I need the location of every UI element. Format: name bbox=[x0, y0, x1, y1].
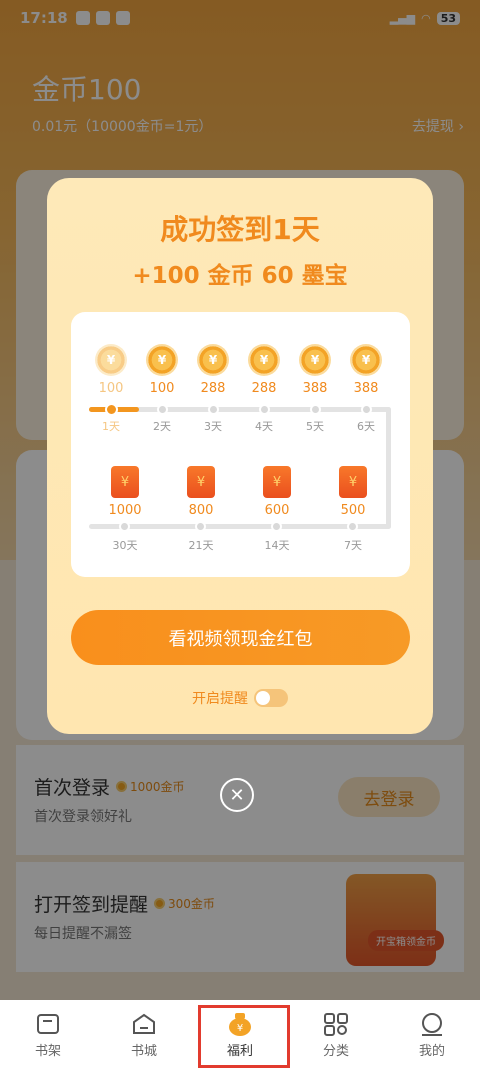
progress-dot bbox=[259, 404, 270, 415]
reminder-toggle[interactable] bbox=[254, 689, 288, 707]
coin-icon: ¥ bbox=[299, 344, 331, 376]
redpacket-item: ¥800 bbox=[177, 466, 225, 518]
checkin-success-modal: 成功签到1天 +100 金币 60 墨宝 ¥100 ¥100 ¥288 ¥288… bbox=[47, 178, 433, 734]
modal-subtitle: +100 金币 60 墨宝 bbox=[132, 263, 348, 289]
day-item: ¥388 bbox=[342, 344, 390, 396]
red-envelope-icon: ¥ bbox=[339, 466, 367, 498]
category-icon bbox=[323, 1012, 349, 1036]
highlight-box bbox=[198, 1005, 290, 1068]
red-envelope-icon: ¥ bbox=[111, 466, 139, 498]
coin-icon: ¥ bbox=[248, 344, 280, 376]
day-label: 1天 bbox=[102, 420, 120, 433]
day-label: 21天 bbox=[188, 539, 214, 552]
day-item: ¥100 bbox=[138, 344, 186, 396]
progress-dot bbox=[310, 404, 321, 415]
progress-dot bbox=[195, 521, 206, 532]
redpacket-item: ¥1000 bbox=[101, 466, 149, 518]
close-icon[interactable]: ✕ bbox=[220, 778, 254, 812]
red-envelope-icon: ¥ bbox=[187, 466, 215, 498]
reminder-row: 开启提醒 bbox=[47, 688, 433, 708]
redpacket-item: ¥600 bbox=[253, 466, 301, 518]
day-item: ¥288 bbox=[240, 344, 288, 396]
day-label: 7天 bbox=[344, 539, 362, 552]
tab-profile[interactable]: 我的 bbox=[384, 1000, 480, 1070]
red-envelope-icon: ¥ bbox=[263, 466, 291, 498]
tab-bookstore[interactable]: 书城 bbox=[96, 1000, 192, 1070]
tab-bookshelf[interactable]: 书架 bbox=[0, 1000, 96, 1070]
redpacket-item: ¥500 bbox=[329, 466, 377, 518]
day-label: 3天 bbox=[204, 420, 222, 433]
reminder-label: 开启提醒 bbox=[192, 691, 248, 707]
day-label: 14天 bbox=[264, 539, 290, 552]
bookstore-icon bbox=[131, 1012, 157, 1036]
day-label: 6天 bbox=[357, 420, 375, 433]
day-label: 5天 bbox=[306, 420, 324, 433]
tab-category[interactable]: 分类 bbox=[288, 1000, 384, 1070]
watch-video-button[interactable]: 看视频领现金红包 bbox=[71, 610, 410, 665]
coin-icon: ¥ bbox=[197, 344, 229, 376]
modal-title: 成功签到1天 bbox=[160, 213, 320, 246]
day-item: ¥100 bbox=[87, 344, 135, 396]
progress-dot bbox=[271, 521, 282, 532]
day-label: 4天 bbox=[255, 420, 273, 433]
progress-dot bbox=[361, 404, 372, 415]
coin-icon: ¥ bbox=[95, 344, 127, 376]
coin-icon: ¥ bbox=[350, 344, 382, 376]
progress-dot bbox=[119, 521, 130, 532]
progress-dot bbox=[157, 404, 168, 415]
day-item: ¥288 bbox=[189, 344, 237, 396]
progress-dot-current bbox=[105, 403, 118, 416]
bookshelf-icon bbox=[35, 1012, 61, 1036]
day-item: ¥388 bbox=[291, 344, 339, 396]
coin-icon: ¥ bbox=[146, 344, 178, 376]
progress-dot bbox=[208, 404, 219, 415]
profile-icon bbox=[419, 1012, 445, 1036]
progress-track-2 bbox=[89, 524, 391, 529]
checkin-calendar: ¥100 ¥100 ¥288 ¥288 ¥388 ¥388 1天 2天 3天 4… bbox=[71, 312, 410, 577]
progress-dot bbox=[347, 521, 358, 532]
day-label: 30天 bbox=[112, 539, 138, 552]
day-label: 2天 bbox=[153, 420, 171, 433]
